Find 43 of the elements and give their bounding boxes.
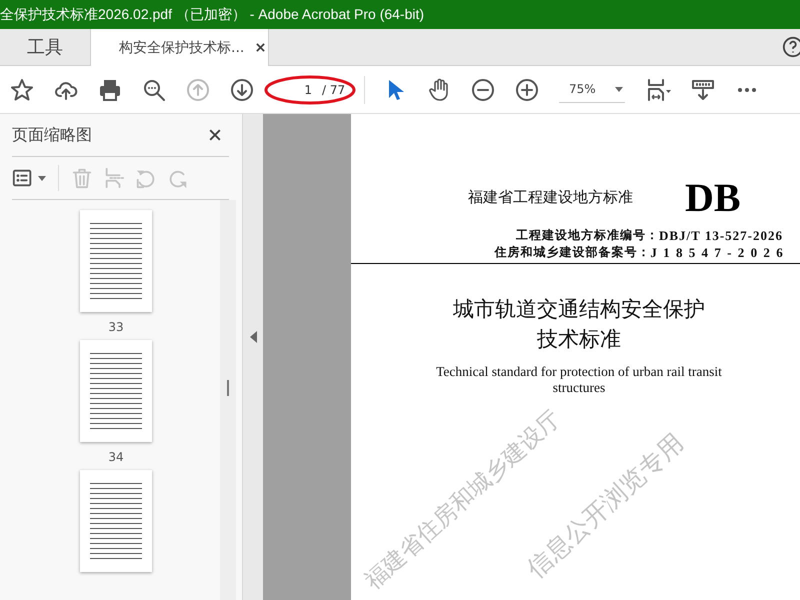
code-label: 住房和城乡建设部备案号：	[494, 244, 650, 261]
zoom-in-icon	[515, 78, 539, 102]
code-label: 工程建设地方标准编号：	[516, 227, 659, 244]
more-icon	[738, 88, 756, 92]
code-value: DBJ/T 13-527-2026	[658, 227, 783, 244]
page-number: 33	[108, 320, 124, 334]
zoom-out-icon	[471, 78, 495, 102]
printer-icon	[98, 78, 122, 102]
standard-category: 福建省工程建设地方标准	[468, 188, 633, 207]
page-thumbnail[interactable]	[80, 210, 152, 312]
standard-mark: DB	[685, 174, 741, 221]
scrollbar[interactable]	[220, 200, 236, 600]
caret-icon	[615, 86, 623, 92]
code-value: J18547-2026	[650, 244, 789, 261]
panel-title: 页面缩略图	[12, 124, 92, 146]
arrow-down-circle-icon	[230, 78, 254, 102]
scrollbar-thumb[interactable]	[227, 380, 229, 396]
page-number: 34	[108, 450, 124, 464]
ruler-down-icon	[691, 78, 715, 102]
document-title: 城市轨道交通结构安全保护	[453, 296, 705, 323]
help-icon[interactable]	[782, 36, 800, 58]
list-options-icon	[12, 167, 34, 189]
panel-tool-button[interactable]	[12, 167, 46, 189]
insert-page-icon	[103, 167, 125, 189]
close-icon[interactable]	[209, 129, 221, 141]
arrow-up-circle-icon	[186, 78, 210, 102]
page-thumbnail[interactable]	[80, 340, 152, 442]
close-icon[interactable]	[256, 43, 266, 52]
window-title: 全保护技术标准2026.02.pdf （已加密） - Adobe Acrobat Pro (64-bit)	[0, 6, 424, 24]
page-number-field[interactable]: 1	[282, 82, 312, 96]
star-icon	[10, 78, 34, 102]
search-icon	[142, 78, 166, 102]
hand-icon	[427, 78, 451, 102]
trash-icon	[71, 167, 93, 189]
english-title: Technical standard for protection of urban rail transit	[436, 364, 722, 380]
caret-icon	[38, 176, 46, 180]
tab[interactable]: 构安全保护技术标...	[91, 29, 269, 66]
page-thumbnail[interactable]	[80, 470, 152, 572]
fit-width-icon	[647, 78, 671, 102]
page-count: / 77	[322, 82, 346, 96]
english-title: structures	[552, 380, 606, 396]
document-title: 技术标准	[537, 326, 621, 353]
zoom-dropdown[interactable]: 75%	[559, 76, 625, 102]
